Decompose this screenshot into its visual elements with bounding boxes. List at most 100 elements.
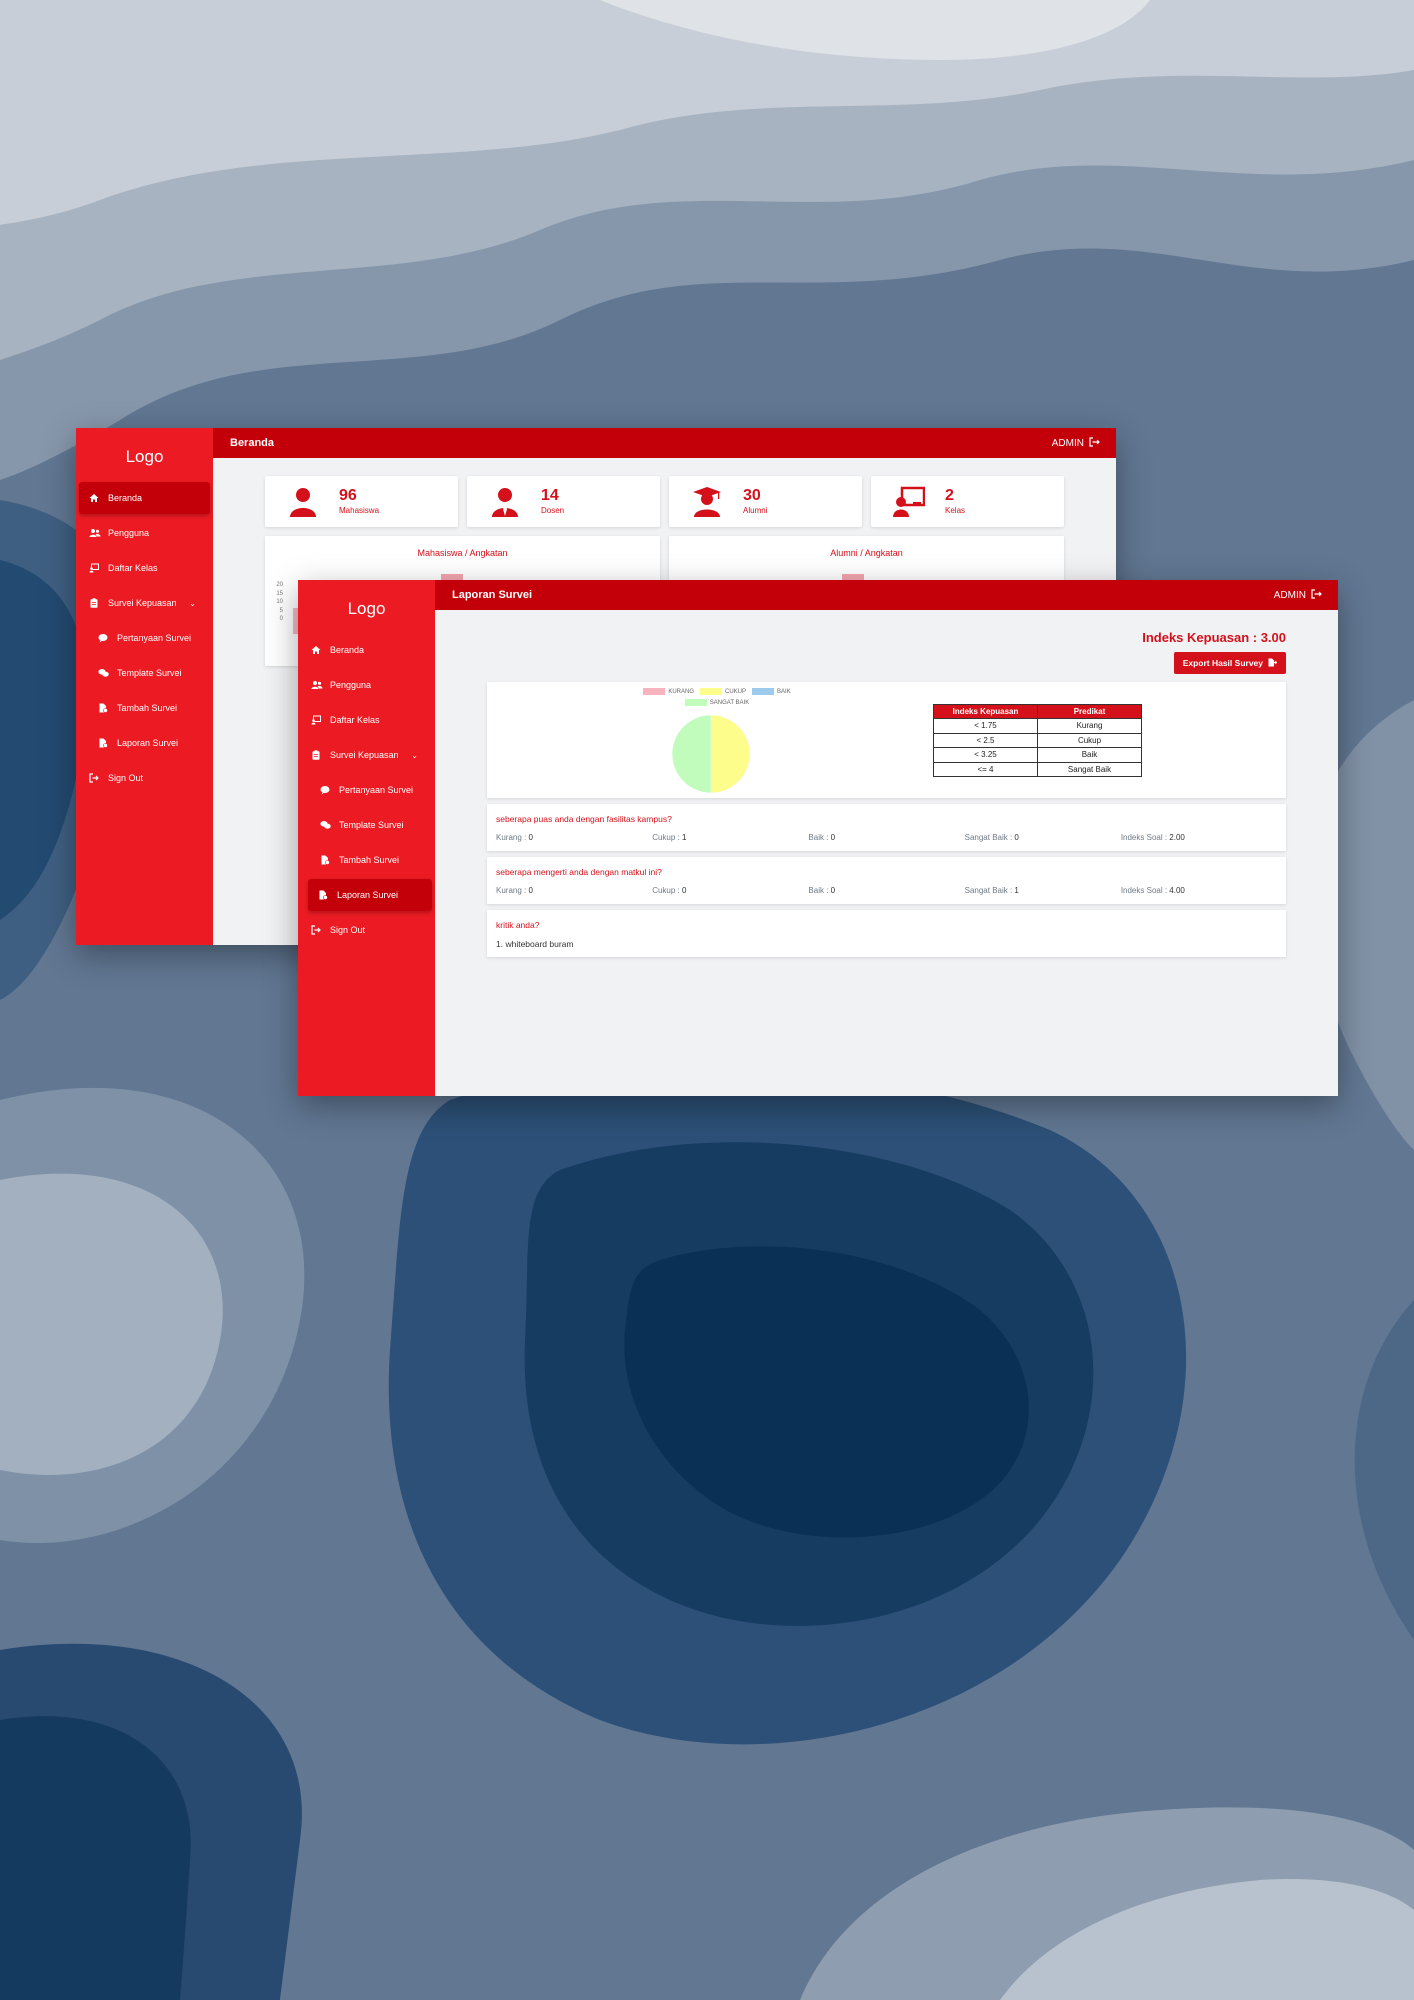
critique-answer: 1. whiteboard buram <box>496 939 574 949</box>
table-cell: Cukup <box>1037 732 1142 748</box>
table-cell: < 3.25 <box>933 747 1038 763</box>
sign-out-icon <box>1089 436 1100 450</box>
sidebar-item-pengguna[interactable]: Pengguna <box>79 517 210 549</box>
logo: Logo <box>347 599 386 618</box>
sidebar-item-label: Pengguna <box>330 680 372 690</box>
stat-value: 0 <box>528 886 533 895</box>
y-tick: 15 <box>276 590 283 597</box>
stat-value: 30 <box>743 487 761 504</box>
legend-label: KURANG <box>668 688 694 695</box>
y-axis-ticks: 20 15 10 5 0 <box>273 581 283 624</box>
export-label: Export Hasil Survey <box>1182 658 1263 668</box>
stat-label: Indeks Soal : <box>1120 886 1170 895</box>
sidebar-item-tambah-survei[interactable]: Tambah Survei <box>79 692 210 724</box>
sidebar-item-label: Beranda <box>330 645 365 655</box>
stat-cukup: Cukup : 1 <box>652 833 808 842</box>
table-cell: <= 4 <box>933 761 1038 777</box>
sidebar-item-beranda[interactable]: Beranda <box>79 482 210 514</box>
comments-icon <box>320 820 331 830</box>
top-bar: Laporan Survei ADMIN <box>435 580 1338 610</box>
chart-legend: KURANG CUKUP BAIK SANGAT BAIK <box>637 688 797 706</box>
user-tie-icon <box>492 487 518 517</box>
sidebar-item-laporan-survei[interactable]: Laporan Survei <box>79 727 210 759</box>
sidebar-item-label: Pertanyaan Survei <box>117 633 192 643</box>
admin-label: ADMIN <box>1273 589 1306 601</box>
home-icon <box>311 645 321 655</box>
comment-icon <box>98 633 108 643</box>
legend-label: CUKUP <box>724 688 746 695</box>
page-title: Beranda <box>230 437 275 449</box>
file-report-icon <box>98 738 108 748</box>
sidebar-item-daftar-kelas[interactable]: Daftar Kelas <box>301 704 432 736</box>
sidebar-item-template-survei[interactable]: Template Survei <box>79 657 210 689</box>
sidebar-item-survei-kepuasan[interactable]: Survei Kepuasan ⌄ <box>79 587 210 619</box>
stat-card-mahasiswa: 96 Mahasiswa <box>265 476 458 527</box>
main-content: Indeks Kepuasan : 3.00 Export Hasil Surv… <box>435 610 1338 1096</box>
sign-out-icon <box>1311 588 1322 602</box>
sidebar-item-beranda[interactable]: Beranda <box>301 634 432 666</box>
table-cell: Sangat Baik <box>1037 761 1142 777</box>
pie-slice-cukup <box>710 714 751 794</box>
stat-baik: Baik : 0 <box>808 886 964 895</box>
sidebar-item-label: Tambah Survei <box>339 855 400 865</box>
sidebar-item-laporan-survei[interactable]: Laporan Survei <box>308 879 432 911</box>
sidebar-item-tambah-survei[interactable]: Tambah Survei <box>301 844 432 876</box>
graduate-icon <box>693 486 721 517</box>
stat-kurang: Kurang : 0 <box>496 886 652 895</box>
users-icon <box>311 680 323 690</box>
sidebar-item-sign-out[interactable]: Sign Out <box>79 762 210 794</box>
sidebar: Logo Beranda Pengguna Daftar Kelas Surve… <box>76 428 213 945</box>
comments-icon <box>98 668 109 678</box>
legend-item: CUKUP <box>699 688 746 695</box>
sidebar-item-label: Sign Out <box>330 925 366 935</box>
file-report-icon <box>318 890 328 900</box>
admin-menu[interactable]: ADMIN <box>1273 588 1322 602</box>
chart-title: Mahasiswa / Angkatan <box>417 548 508 558</box>
stat-card-dosen: 14 Dosen <box>467 476 660 527</box>
file-export-icon <box>1268 658 1278 669</box>
legend-item: KURANG <box>643 688 694 695</box>
sidebar-item-label: Pertanyaan Survei <box>339 785 414 795</box>
sign-out-icon <box>311 925 321 935</box>
stat-value: 96 <box>339 487 357 504</box>
sidebar-item-pertanyaan-survei[interactable]: Pertanyaan Survei <box>79 622 210 654</box>
export-survey-button[interactable]: Export Hasil Survey <box>1173 652 1286 674</box>
comment-icon <box>320 785 330 795</box>
stat-value: 0 <box>1014 833 1019 842</box>
sidebar-item-survei-kepuasan[interactable]: Survei Kepuasan ⌄ <box>301 739 432 771</box>
file-add-icon <box>98 703 108 713</box>
legend-swatch <box>752 688 774 695</box>
stat-sangat-baik: Sangat Baik : 1 <box>965 886 1121 895</box>
question-stats: Kurang : 0 Cukup : 0 Baik : 0 Sangat Bai… <box>496 886 1277 895</box>
question-text: seberapa puas anda dengan fasilitas kamp… <box>496 814 672 824</box>
question-text: seberapa mengerti anda dengan matkul ini… <box>496 867 662 877</box>
stat-value: 0 <box>682 886 687 895</box>
sidebar-item-daftar-kelas[interactable]: Daftar Kelas <box>79 552 210 584</box>
legend-swatch <box>684 699 707 706</box>
sidebar-item-pertanyaan-survei[interactable]: Pertanyaan Survei <box>301 774 432 806</box>
legend-swatch <box>699 688 722 695</box>
sidebar-item-label: Laporan Survei <box>337 890 399 900</box>
admin-menu[interactable]: ADMIN <box>1051 436 1100 450</box>
stat-value: 14 <box>541 487 559 504</box>
stat-value: 2 <box>945 487 954 504</box>
satisfaction-pie-chart <box>671 714 751 794</box>
stat-cukup: Cukup : 0 <box>652 886 808 895</box>
survey-report-window: Logo Beranda Pengguna Daftar Kelas Surve… <box>298 580 1338 1096</box>
table-header: Predikat <box>1037 704 1142 719</box>
legend-label: SANGAT BAIK <box>709 699 750 706</box>
sidebar-item-sign-out[interactable]: Sign Out <box>301 914 432 946</box>
y-tick: 5 <box>279 607 283 614</box>
sidebar-item-template-survei[interactable]: Template Survei <box>301 809 432 841</box>
stat-label: Cukup : <box>652 833 682 842</box>
table-row: < 1.75 Kurang <box>933 718 1142 734</box>
stat-label: Alumni <box>743 506 768 515</box>
class-list-icon <box>311 715 321 725</box>
sidebar-item-label: Pengguna <box>108 528 150 538</box>
clipboard-icon <box>89 598 99 608</box>
admin-label: ADMIN <box>1051 437 1084 449</box>
stat-label: Sangat Baik : <box>964 886 1015 895</box>
sidebar-item-pengguna[interactable]: Pengguna <box>301 669 432 701</box>
chevron-down-icon: ⌄ <box>189 598 196 608</box>
sidebar-item-label: Survei Kepuasan <box>108 598 177 608</box>
